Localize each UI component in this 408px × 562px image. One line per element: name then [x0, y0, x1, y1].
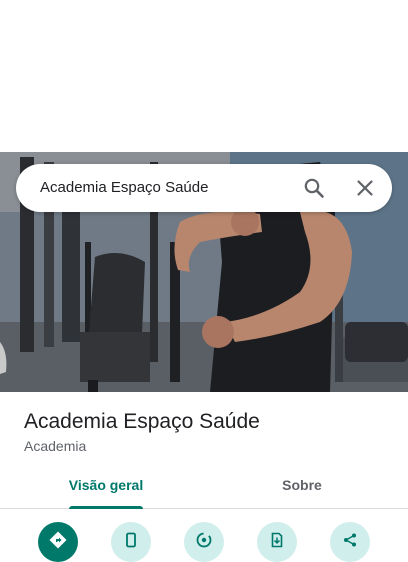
share-button[interactable] [330, 522, 370, 562]
location-button[interactable] [184, 522, 224, 562]
save-button[interactable] [257, 522, 297, 562]
tab-about[interactable]: Sobre [227, 466, 377, 508]
place-category: Academia [24, 438, 87, 454]
place-title: Academia Espaço Saúde [24, 410, 260, 433]
action-buttons-row [0, 522, 408, 562]
search-icon[interactable] [302, 176, 326, 200]
location-icon [195, 531, 213, 554]
save-document-icon [269, 532, 285, 553]
place-info: Academia Espaço Saúde Academia [24, 408, 394, 454]
directions-icon [49, 531, 67, 554]
phone-icon [123, 532, 139, 553]
close-icon[interactable] [353, 176, 377, 200]
directions-button[interactable] [38, 522, 78, 562]
tab-bar: Visão geral Sobre [0, 466, 408, 509]
search-bar[interactable]: Academia Espaço Saúde [16, 164, 392, 212]
tab-overview[interactable]: Visão geral [31, 466, 181, 509]
search-input[interactable]: Academia Espaço Saúde [40, 179, 208, 196]
call-button[interactable] [111, 522, 151, 562]
tab-overview-label: Visão geral [68, 477, 144, 493]
tab-about-label: Sobre [282, 477, 322, 493]
active-tab-indicator [69, 506, 143, 509]
share-icon [342, 532, 358, 553]
